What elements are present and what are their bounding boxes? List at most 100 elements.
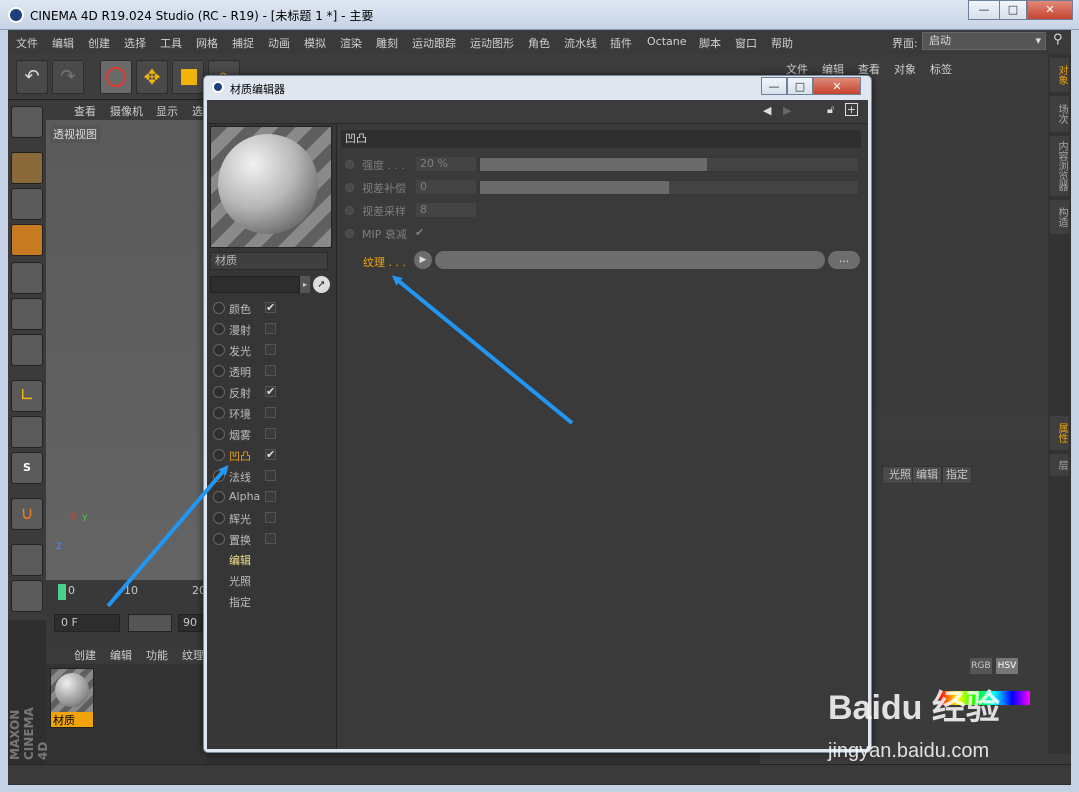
back-arrow-icon[interactable]: ◀ [763,104,771,117]
dialog-close-button[interactable]: ✕ [813,77,861,95]
redo-icon[interactable]: ↷ [52,60,84,94]
edges-mode-icon[interactable] [11,298,43,330]
tweak-icon[interactable] [11,416,43,448]
param-value-field[interactable]: 0 [415,179,477,195]
viewport-menu-view[interactable]: 查看 [74,103,96,119]
channel-glow[interactable]: 辉光 [211,508,331,527]
lock-icon[interactable]: 🔓︎ [827,103,834,117]
keyframe-dot-icon[interactable] [345,183,354,192]
menu-tools[interactable]: 工具 [160,35,182,51]
mat-menu-edit[interactable]: 编辑 [110,647,132,663]
make-editable-icon[interactable] [11,106,43,138]
sub-item-editor[interactable]: 编辑 [229,552,251,568]
link-arrow-icon[interactable]: ▸ [300,276,310,293]
attr-tab-assign[interactable]: 指定 [942,466,972,484]
keyframe-dot-icon[interactable] [345,160,354,169]
minimize-button[interactable]: — [968,0,1000,20]
frame-stepper[interactable] [128,614,172,632]
side-tab-structure[interactable]: 构造 [1050,200,1069,234]
channel-checkbox[interactable] [265,407,276,418]
menu-select[interactable]: 选择 [124,35,146,51]
menu-window[interactable]: 窗口 [735,35,757,51]
channel-environment[interactable]: 环境 [211,403,331,422]
channel-checkbox[interactable] [265,512,276,523]
texture-mode-icon[interactable] [11,188,43,220]
snap-icon[interactable]: S [11,452,43,484]
channel-checkbox[interactable] [265,365,276,376]
scale-icon[interactable] [172,60,204,94]
dialog-minimize-button[interactable]: — [761,77,787,95]
channel-transparency[interactable]: 透明 [211,361,331,380]
menu-create[interactable]: 创建 [88,35,110,51]
keyframe-dot-icon[interactable] [345,206,354,215]
material-link-field[interactable] [210,276,300,293]
material-thumbnail[interactable]: 材质 [50,668,94,728]
channel-checkbox[interactable]: ✔ [265,449,276,460]
layout-select[interactable]: 启动 ▾ [922,32,1046,50]
channel-fog[interactable]: 烟雾 [211,424,331,443]
dialog-maximize-button[interactable]: □ [787,77,813,95]
menu-plugins[interactable]: 插件 [610,35,632,51]
menu-character[interactable]: 角色 [528,35,550,51]
side-tab-layers[interactable]: 层 [1050,454,1069,476]
viewport-menu-display[interactable]: 显示 [156,103,178,119]
channel-checkbox[interactable] [265,344,276,355]
magnet-icon[interactable]: ∪ [11,498,43,530]
channel-checkbox[interactable] [265,428,276,439]
menu-pipeline[interactable]: 流水线 [564,35,597,51]
close-button[interactable]: ✕ [1027,0,1073,20]
menu-octane[interactable]: Octane [647,35,687,48]
hsv-mode-button[interactable]: HSV [996,658,1018,674]
rgb-mode-button[interactable]: RGB [970,658,992,674]
menu-mesh[interactable]: 网格 [196,35,218,51]
channel-alpha[interactable]: Alpha [211,487,331,506]
channel-checkbox[interactable]: ✔ [265,302,276,313]
channel-checkbox[interactable] [265,533,276,544]
channel-bump[interactable]: 凹凸 ✔ [211,445,331,464]
param-value-field[interactable]: 20 % [415,156,477,172]
menu-help[interactable]: 帮助 [771,35,793,51]
param-slider[interactable] [479,157,859,172]
points-mode-icon[interactable] [11,262,43,294]
menu-snap[interactable]: 捕捉 [232,35,254,51]
end-frame-field[interactable]: 90 [178,614,204,632]
attr-tab-editor[interactable]: 编辑 [912,466,942,484]
param-checkbox[interactable]: ✔ [415,226,424,239]
viewport-menu-camera[interactable]: 摄像机 [110,103,143,119]
texture-slot[interactable] [435,251,825,269]
live-selection-icon[interactable] [100,60,132,94]
channel-checkbox[interactable]: ✔ [265,386,276,397]
material-name-field[interactable]: 材质 [210,252,328,270]
menu-sculpt[interactable]: 雕刻 [376,35,398,51]
menu-edit[interactable]: 编辑 [52,35,74,51]
viewport-menu-more[interactable]: 选 [192,103,203,119]
workplane-icon[interactable] [11,224,43,256]
channel-checkbox[interactable] [265,470,276,481]
channel-diffusion[interactable]: 漫射 [211,319,331,338]
current-frame-field[interactable]: 0 F [54,614,120,632]
obj-menu-tags[interactable]: 标签 [930,61,952,77]
playhead[interactable] [58,584,66,600]
menu-animate[interactable]: 动画 [268,35,290,51]
pick-arrow-icon[interactable]: ➚ [313,276,330,293]
side-tab-takes[interactable]: 场次 [1050,96,1069,132]
side-tab-objects[interactable]: 对象 [1050,58,1069,92]
sub-item-assign[interactable]: 指定 [229,594,251,610]
mat-menu-texture[interactable]: 纹理 [182,647,204,663]
timeline[interactable]: 0 10 20 0 F 90 [46,580,206,644]
lock-grid-icon[interactable] [11,544,43,576]
search-icon[interactable]: ⚲ [1053,32,1063,47]
channel-reflectance[interactable]: 反射 ✔ [211,382,331,401]
channel-normal[interactable]: 法线 [211,466,331,485]
keyframe-dot-icon[interactable] [345,229,354,238]
menu-script[interactable]: 脚本 [699,35,721,51]
perspective-viewport[interactable] [46,100,206,580]
new-panel-icon[interactable]: + [845,103,858,116]
sub-item-illumination[interactable]: 光照 [229,573,251,589]
texture-browse-button[interactable]: ... [828,251,860,269]
side-tab-attributes[interactable]: 属性 [1050,416,1069,450]
menu-motion-tracking[interactable]: 运动跟踪 [412,35,456,51]
texture-menu-arrow-icon[interactable]: ▶ [414,251,432,269]
channel-color[interactable]: 颜色 ✔ [211,298,331,317]
channel-checkbox[interactable] [265,323,276,334]
